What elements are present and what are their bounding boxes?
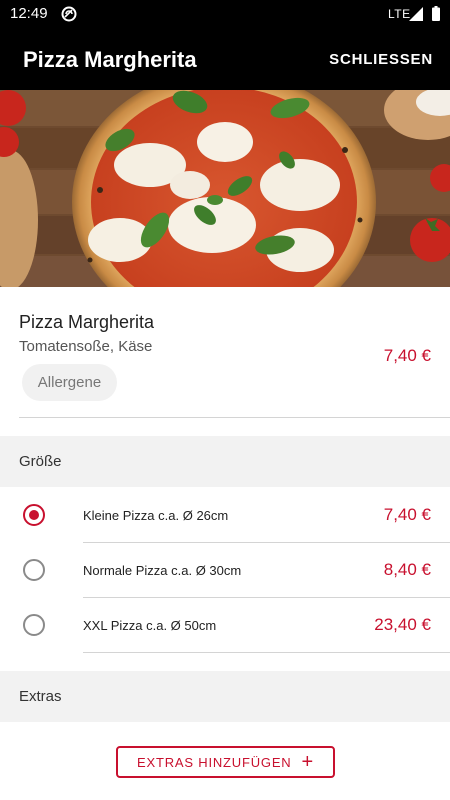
signal-icon bbox=[409, 7, 423, 21]
network-type-label: LTE bbox=[388, 7, 411, 21]
extras-section-header: Extras bbox=[0, 671, 450, 722]
divider bbox=[83, 652, 450, 653]
plus-icon: + bbox=[301, 751, 314, 773]
radio-unselected-icon[interactable] bbox=[23, 559, 45, 581]
radio-selected-icon[interactable] bbox=[23, 504, 45, 526]
product-card: Pizza Margherita Tomatensoße, Käse 7,40 … bbox=[0, 287, 450, 435]
size-option-price: 7,40 € bbox=[383, 505, 431, 524]
size-section-title: Größe bbox=[19, 453, 62, 470]
divider bbox=[19, 417, 450, 418]
status-bar: 12:49 LTE bbox=[0, 0, 450, 28]
add-extras-button[interactable]: EXTRAS HINZUFÜGEN + bbox=[116, 746, 335, 778]
size-option-normal[interactable]: Normale Pizza c.a. Ø 30cm 8,40 € bbox=[0, 543, 450, 598]
product-price: 7,40 € bbox=[383, 346, 431, 365]
size-option-price: 8,40 € bbox=[383, 560, 431, 579]
product-image bbox=[0, 90, 450, 287]
extras-section-title: Extras bbox=[19, 688, 62, 705]
product-name: Pizza Margherita bbox=[19, 312, 155, 332]
sync-icon bbox=[61, 6, 77, 22]
size-option-small[interactable]: Kleine Pizza c.a. Ø 26cm 7,40 € bbox=[0, 488, 450, 543]
add-extras-label: EXTRAS HINZUFÜGEN bbox=[137, 754, 292, 770]
size-option-price: 23,40 € bbox=[374, 615, 431, 634]
status-time: 12:49 bbox=[10, 5, 48, 22]
size-option-label: Normale Pizza c.a. Ø 30cm bbox=[83, 563, 242, 578]
page-title: Pizza Margherita bbox=[23, 47, 197, 72]
app-bar: Pizza Margherita SCHLIESSEN bbox=[0, 28, 450, 90]
battery-icon bbox=[432, 6, 440, 21]
size-option-label: XXL Pizza c.a. Ø 50cm bbox=[83, 618, 217, 633]
size-option-xxl[interactable]: XXL Pizza c.a. Ø 50cm 23,40 € bbox=[0, 598, 450, 653]
size-option-label: Kleine Pizza c.a. Ø 26cm bbox=[83, 508, 229, 523]
product-description: Tomatensoße, Käse bbox=[19, 338, 153, 355]
close-button[interactable]: SCHLIESSEN bbox=[329, 51, 433, 68]
radio-unselected-icon[interactable] bbox=[23, 614, 45, 636]
size-section-header: Größe bbox=[0, 436, 450, 487]
allergens-button[interactable]: Allergene bbox=[22, 364, 117, 401]
